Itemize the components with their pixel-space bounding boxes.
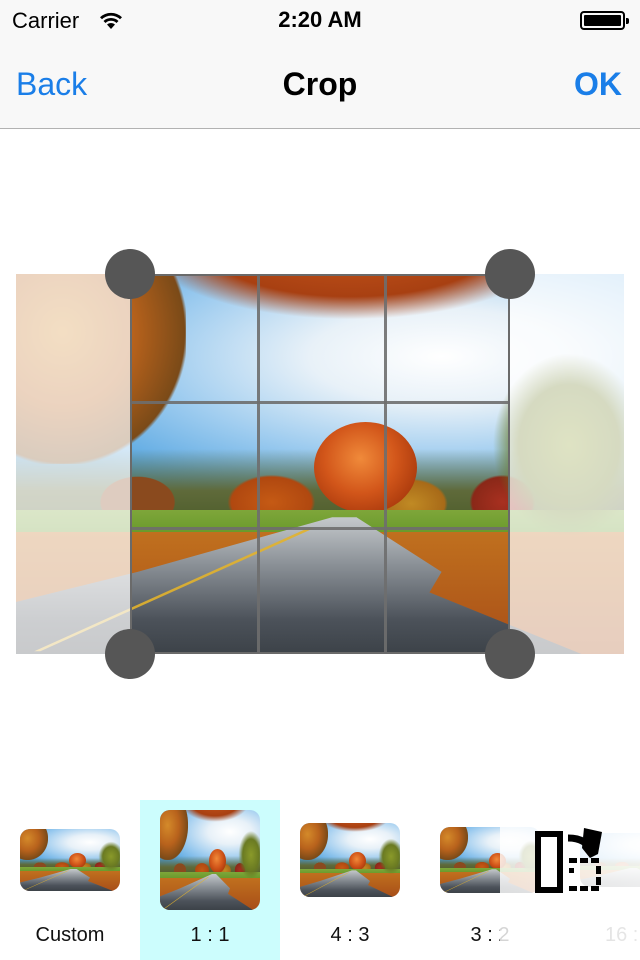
ratio-option-custom[interactable]: Custom <box>0 800 140 960</box>
navigation-bar: Back Crop OK <box>0 40 640 129</box>
ratio-label: 3 : 2 <box>470 924 510 946</box>
crop-handle-bottom-right[interactable] <box>485 629 535 679</box>
ratio-thumbnail <box>440 827 540 893</box>
ratio-label: 16 : 9 <box>604 924 640 946</box>
ok-button[interactable]: OK <box>574 66 622 103</box>
crop-canvas <box>0 130 640 800</box>
crop-handle-top-right[interactable] <box>485 249 535 299</box>
grid-line-vertical <box>257 276 260 652</box>
crop-handle-top-left[interactable] <box>105 249 155 299</box>
battery-full-icon <box>580 11 629 30</box>
page-title: Crop <box>282 66 358 102</box>
grid-line-horizontal <box>132 401 508 404</box>
ratio-thumbnail <box>160 810 260 910</box>
ratio-option-1-1[interactable]: 1 : 1 <box>140 800 280 960</box>
grid-line-vertical <box>384 276 387 652</box>
back-button[interactable]: Back <box>16 66 87 103</box>
crop-handle-bottom-left[interactable] <box>105 629 155 679</box>
grid-line-horizontal <box>132 527 508 530</box>
status-time: 2:20 AM <box>278 7 362 32</box>
ratio-label: Custom <box>35 924 105 946</box>
ratio-option-4-3[interactable]: 4 : 3 <box>280 800 420 960</box>
ratio-label: 4 : 3 <box>330 924 370 946</box>
ratio-thumbnail <box>300 823 400 897</box>
ratio-thumbnail <box>20 829 120 891</box>
status-bar: Carrier 2:20 AM <box>0 0 640 40</box>
crop-rectangle[interactable] <box>130 274 510 654</box>
ratio-label: 1 : 1 <box>190 924 230 946</box>
rotate-orientation-icon[interactable] <box>534 828 606 894</box>
